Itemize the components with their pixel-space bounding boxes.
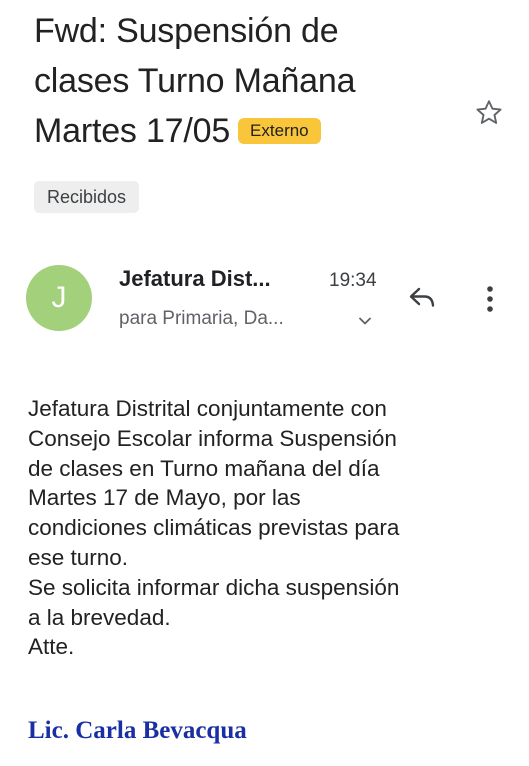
email-signature: Lic. Carla Bevacqua — [28, 717, 247, 744]
label-chip-recibidos[interactable]: Recibidos — [34, 181, 140, 213]
body-line: Consejo Escolar informa Suspensión — [28, 425, 397, 451]
recipients-summary[interactable]: para Primaria, Da... — [119, 308, 284, 330]
sender-avatar[interactable]: J — [26, 265, 92, 331]
subject-line: clases Turno Mañana — [34, 62, 356, 100]
body-line: a la brevedad. — [28, 604, 171, 630]
body-line: condiciones climáticas previstas para — [28, 515, 400, 541]
email-body: Jefatura Distrital conjuntamente con Con… — [28, 394, 508, 662]
sender-name[interactable]: Jefatura Dist... — [119, 266, 271, 292]
more-vert-icon[interactable] — [478, 282, 502, 316]
body-line: Jefatura Distrital conjuntamente con — [28, 396, 387, 421]
chevron-down-icon[interactable] — [354, 310, 376, 332]
reply-icon[interactable] — [405, 283, 441, 313]
email-time: 19:34 — [329, 270, 377, 291]
subject-line: Martes 17/05 Externo — [34, 106, 454, 156]
body-line: Atte. — [28, 634, 75, 660]
body-line: ese turno. — [28, 544, 129, 570]
external-badge: Externo — [238, 118, 321, 144]
subject-line: Fwd: Suspensión de — [34, 12, 339, 50]
body-line: Se solicita informar dicha suspensión — [28, 574, 400, 600]
email-subject: Fwd: Suspensión de clases Turno Mañana M… — [34, 6, 454, 156]
body-line: de clases en Turno mañana del día — [28, 455, 380, 481]
subject-line-text: Martes 17/05 — [34, 112, 231, 150]
body-line: Martes 17 de Mayo, por las — [28, 485, 301, 511]
star-icon[interactable] — [473, 97, 505, 129]
